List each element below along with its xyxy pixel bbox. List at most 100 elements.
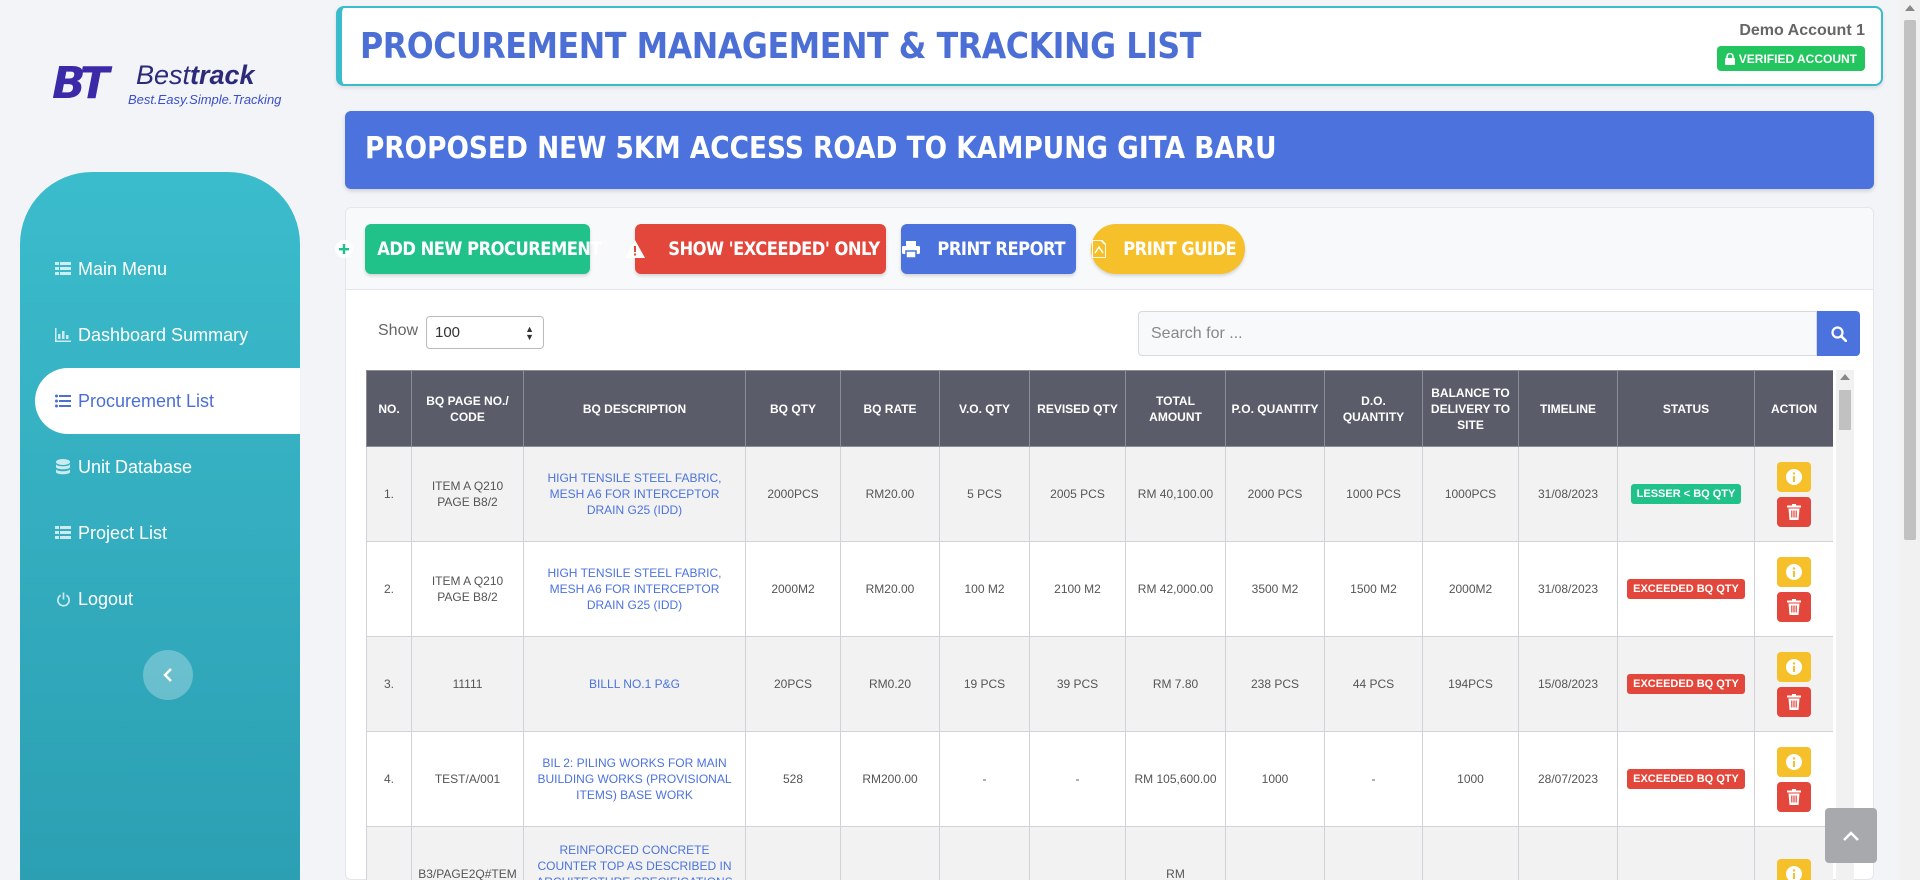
bq-description[interactable]: BIL 2: PILING WORKS FOR MAIN BUILDING WO… [523,731,746,827]
po-quantity: 1000 [1225,731,1325,827]
revised-qty: 2005 PCS [1029,446,1126,542]
trash-icon [1787,693,1801,710]
bq-qty: 20PCS [745,636,841,732]
timeline [1518,826,1618,880]
sidebar-item-label: Main Menu [78,258,168,279]
sidebar: Main Menu Dashboard Summary Procurement … [20,172,300,880]
info-button[interactable] [1777,651,1811,682]
revised-qty: - [1029,731,1126,827]
show-exceeded-button[interactable]: SHOW 'EXCEEDED' ONLY [624,224,886,274]
table-row: 2. ITEM A Q210 PAGE B8/2 HIGH TENSILE STEE… [366,541,1833,637]
sidebar-item-project-list[interactable]: Project List [20,500,300,566]
status-badge: EXCEEDED BQ QTY [1627,674,1745,694]
brand-name: Besttrack [136,60,255,90]
revised-qty: 2100 M2 [1029,541,1126,637]
action-cell [1754,636,1833,732]
bq-description[interactable]: HIGH TENSILE STEEL FABRIC, MESH A6 FOR I… [523,541,746,637]
action-group [1761,746,1827,812]
table-row: 3. 11111 BILLL NO.1 P&G 20PCS RM0.20 19 PCS 39… [366,636,1833,732]
status-cell: EXCEEDED BQ QTY [1617,731,1755,827]
row-number: 4. [366,731,412,827]
column-header[interactable]: D.O. QUANTITY [1324,370,1423,447]
show-entries-label: Show [378,322,419,339]
grid-icon [54,261,72,277]
column-header[interactable]: TIMELINE [1518,370,1618,447]
show-entries-select[interactable]: 100 ▲ ▼ [426,316,544,349]
column-header[interactable]: V.O. QTY [939,370,1030,447]
column-header[interactable]: P.O. QUANTITY [1225,370,1325,447]
sidebar-item-unit-database[interactable]: Unit Database [20,434,300,500]
column-header[interactable]: REVISED QTY [1029,370,1126,447]
procurement-card: ADD NEW PROCUREMENT SHOW 'EXCEEDED' ONLY… [335,207,1874,880]
procurement-table-container: NO. BQ PAGE NO./ CODE BQ DESCRIPTION BQ … [366,370,1833,880]
action-group [1761,461,1827,527]
sidebar-item-procurement-list[interactable]: Procurement List [35,368,300,434]
balance-to-site: 1000PCS [1422,446,1519,542]
column-header[interactable]: ACTION [1754,370,1833,447]
column-header[interactable]: NO. [366,370,412,447]
column-header[interactable]: BALANCE TO DELIVERY TO SITE [1422,370,1519,447]
sidebar-item-main-menu[interactable]: Main Menu [20,236,300,302]
status-badge: LESSER < BQ QTY [1630,484,1742,504]
search-button[interactable] [1817,311,1860,356]
power-icon [54,591,72,607]
revised-qty: 39 PCS [1029,636,1126,732]
bq-description[interactable]: BILLL NO.1 P&G [523,636,746,732]
search-input[interactable]: Search for ... [1138,311,1817,356]
bq-rate: RM200.00 [840,731,940,827]
account-name[interactable]: Demo Account 1 [1739,22,1865,40]
delete-button[interactable] [1777,686,1811,717]
back-to-top-button[interactable] [1825,808,1877,863]
info-button[interactable] [1777,859,1811,880]
info-button[interactable] [1777,556,1811,587]
bq-code: TEST/A/001 [411,731,524,827]
sidebar-item-logout[interactable]: Logout [20,566,300,632]
sidebar-collapse-button[interactable] [143,650,193,700]
info-button[interactable] [1777,746,1811,777]
column-header[interactable]: STATUS [1617,370,1755,447]
row-number: 1. [366,446,412,542]
timeline: 28/07/2023 [1518,731,1618,827]
sidebar-item-dashboard-summary[interactable]: Dashboard Summary [20,302,300,368]
print-guide-button[interactable]: PRINT GUIDE [1091,224,1245,274]
scroll-up-arrow-icon[interactable] [1840,374,1850,380]
column-header[interactable]: TOTAL AMOUNT [1125,370,1226,447]
column-header[interactable]: BQ DESCRIPTION [523,370,746,447]
sidebar-item-label: Procurement List [78,390,215,411]
page-scroll-thumb[interactable] [1904,20,1916,540]
table-scrollbar[interactable] [1836,370,1854,880]
bq-description[interactable]: HIGH TENSILE STEEL FABRIC, MESH A6 FOR I… [523,446,746,542]
column-header[interactable]: BQ PAGE NO./ CODE [411,370,524,447]
grid-icon [54,525,72,541]
balance-to-site: 194PCS [1422,636,1519,732]
table-scroll-thumb[interactable] [1839,390,1851,430]
info-icon [1786,563,1802,580]
info-button[interactable] [1777,461,1811,492]
info-icon [1786,866,1802,880]
vo-qty: 5 PCS [939,446,1030,542]
delete-button[interactable] [1777,496,1811,527]
row-number: 3. [366,636,412,732]
bq-qty [745,826,841,880]
add-procurement-button[interactable]: ADD NEW PROCUREMENT [335,224,602,274]
delete-button[interactable] [1777,781,1811,812]
status-cell: EXCEEDED BQ QTY [1617,541,1755,637]
scroll-up-arrow-icon[interactable] [1905,5,1915,11]
po-quantity: 238 PCS [1225,636,1325,732]
trash-icon [1787,598,1801,615]
delete-button[interactable] [1777,591,1811,622]
bq-description[interactable]: REINFORCED CONCRETE COUNTER TOP AS DESCR… [523,826,746,880]
page-scrollbar[interactable] [1900,0,1920,880]
column-header[interactable]: BQ RATE [840,370,940,447]
bq-rate [840,826,940,880]
trash-icon [1787,503,1801,520]
status-cell: EXCEEDED BQ QTY [1617,636,1755,732]
status-cell [1617,826,1755,880]
action-group [1761,859,1827,880]
info-icon [1786,753,1802,770]
sidebar-item-label: Dashboard Summary [78,324,249,345]
bq-rate: RM20.00 [840,541,940,637]
column-header[interactable]: BQ QTY [745,370,841,447]
brand-logo[interactable]: BT Besttrack Best.Easy.Simple.Tracking [52,60,282,110]
print-report-button[interactable]: PRINT REPORT [901,224,1076,274]
